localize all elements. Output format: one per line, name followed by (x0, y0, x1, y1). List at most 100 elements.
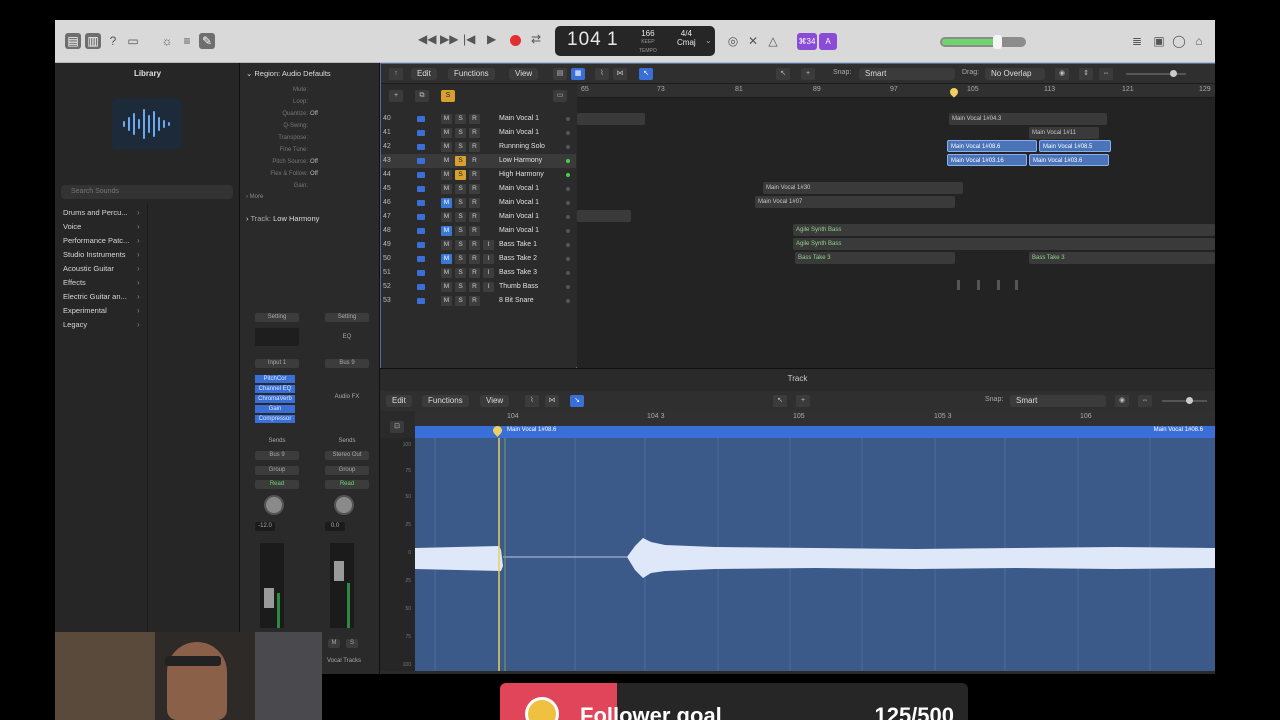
zoom-slider[interactable] (1162, 397, 1207, 404)
timeline-ruler[interactable]: 65 73 81 89 97 105 113 121 129 (577, 84, 1215, 98)
record-arm-button[interactable]: R (469, 212, 480, 222)
library-item[interactable]: Drums and Percu... (63, 208, 145, 217)
right-click-tool-icon[interactable]: + (801, 68, 815, 80)
solo-button[interactable]: S (455, 142, 466, 152)
flex-icon[interactable]: ⌇ (525, 395, 539, 407)
solo-button[interactable]: S (455, 226, 466, 236)
solo-button[interactable]: S (455, 128, 466, 138)
audio-region[interactable]: Main Vocal 1#03.16 (947, 154, 1027, 166)
input-monitor-button[interactable]: I (483, 268, 494, 278)
audio-region[interactable]: Main Vocal 1#30 (763, 182, 963, 194)
track-lanes[interactable]: Main Vocal 1#04.3 Main Vocal 1#11 Main V… (577, 98, 1215, 368)
add-track-icon[interactable]: + (389, 90, 403, 102)
solo-button[interactable]: S (455, 282, 466, 292)
plugin-slot[interactable]: Channel EQ (255, 385, 295, 393)
pointer-tool-icon[interactable]: ↖ (639, 68, 653, 80)
metronome-icon[interactable]: △ (765, 33, 781, 49)
record-arm-button[interactable]: R (469, 254, 480, 264)
track-header-row[interactable]: 41 M S R Main Vocal 1 (381, 126, 576, 140)
browser-icon[interactable]: ⌂ (1191, 33, 1207, 49)
global-tracks-icon[interactable]: ▭ (553, 90, 567, 102)
mute-button[interactable]: M (328, 639, 340, 648)
left-click-tool-icon[interactable]: ↖ (773, 395, 787, 407)
mute-button[interactable]: M (441, 254, 452, 264)
track-header-row[interactable]: 47 M S R Main Vocal 1 (381, 210, 576, 224)
plugin-slot[interactable]: Gain (255, 405, 295, 413)
library-item[interactable]: Experimental (63, 306, 145, 315)
midi-region[interactable]: Bass Take 3 (1029, 252, 1215, 264)
waveform-display[interactable] (415, 438, 1215, 671)
midi-region[interactable]: Bass Take 3 (795, 252, 955, 264)
mixer-icon[interactable]: ≡ (179, 33, 195, 49)
library-item[interactable]: Voice (63, 222, 145, 231)
library-item[interactable]: Effects (63, 278, 145, 287)
library-item[interactable]: Acoustic Guitar (63, 264, 145, 273)
editor-ruler[interactable]: 104 104 3 105 105 3 106 (415, 411, 1215, 426)
track-header-row[interactable]: 42 M S R Runnning Solo (381, 140, 576, 154)
track-header-row[interactable]: 46 M S R Main Vocal 1 (381, 196, 576, 210)
lcd-chevron-icon[interactable]: ⌄ (705, 36, 712, 45)
duplicate-track-icon[interactable]: ⧉ (415, 90, 429, 102)
view-menu[interactable]: View (480, 395, 510, 407)
audio-region[interactable]: Main Vocal 1#08.5 (1039, 140, 1111, 152)
input-monitor-button[interactable]: I (483, 240, 494, 250)
mute-button[interactable]: M (441, 114, 452, 124)
mute-button[interactable]: M (441, 184, 452, 194)
list-view-icon[interactable]: ▤ (553, 68, 567, 80)
input-monitor-button[interactable]: I (483, 254, 494, 264)
snap-select[interactable]: Smart (859, 68, 955, 80)
mute-button[interactable]: M (441, 156, 452, 166)
track-header-row[interactable]: 50 M S R I Bass Take 2 (381, 252, 576, 266)
rewind-icon[interactable]: ◀◀ (418, 32, 436, 46)
play-icon[interactable]: ▶ (487, 32, 496, 46)
view-menu[interactable]: View (509, 68, 539, 80)
mute-button[interactable]: M (441, 128, 452, 138)
record-arm-button[interactable]: R (469, 170, 480, 180)
track-header-row[interactable]: 48 M S R Main Vocal 1 (381, 224, 576, 238)
solo-button[interactable]: S (455, 268, 466, 278)
solo-button[interactable]: S (455, 198, 466, 208)
waveform-zoom-icon[interactable]: ◉ (1115, 395, 1129, 407)
audio-region[interactable]: Main Vocal 1#11 (1029, 127, 1099, 139)
vertical-zoom-icon[interactable]: ⇕ (1079, 68, 1093, 80)
volume-value[interactable]: 0.0 (325, 522, 345, 531)
editors-icon[interactable]: ✎ (199, 33, 215, 49)
toolbar-icon[interactable]: ▭ (125, 33, 141, 49)
grid-view-icon[interactable]: ▦ (571, 68, 585, 80)
audio-region[interactable]: Main Vocal 1#04.3 (949, 113, 1107, 125)
mute-button[interactable]: M (441, 296, 452, 306)
track-header-row[interactable]: 49 M S R I Bass Take 1 (381, 238, 576, 252)
record-arm-button[interactable]: R (469, 156, 480, 166)
record-arm-button[interactable]: R (469, 268, 480, 278)
library-item[interactable]: Electric Guitar an... (63, 292, 145, 301)
plugin-slot[interactable]: Compressor (255, 415, 295, 423)
volume-fader[interactable] (260, 543, 284, 628)
edit-menu[interactable]: Edit (411, 68, 437, 80)
more-toggle[interactable]: › More (246, 194, 263, 200)
mute-button[interactable]: M (441, 198, 452, 208)
plugin-slot[interactable]: PitchCor (255, 375, 295, 383)
global-solo-icon[interactable]: S (441, 90, 455, 102)
record-arm-button[interactable]: R (469, 184, 480, 194)
audio-region[interactable]: Main Vocal 1#07 (755, 196, 955, 208)
go-to-start-icon[interactable]: |◀ (463, 32, 475, 46)
solo-icon[interactable]: ✕ (745, 33, 761, 49)
record-arm-button[interactable]: R (469, 296, 480, 306)
catch-icon[interactable]: ↑ (389, 68, 403, 80)
track-header-row[interactable]: 52 M S R I Thumb Bass (381, 280, 576, 294)
edit-menu[interactable]: Edit (386, 395, 412, 407)
search-sounds-input[interactable]: Search Sounds (61, 185, 233, 199)
solo-button[interactable]: S (455, 254, 466, 264)
snap-select[interactable]: Smart (1010, 395, 1106, 407)
playhead-icon[interactable] (491, 424, 504, 437)
metronome-button[interactable]: A (819, 33, 837, 50)
list-editors-icon[interactable]: ≣ (1129, 33, 1145, 49)
solo-button[interactable]: S (455, 240, 466, 250)
library-item[interactable]: Performance Patc... (63, 236, 145, 245)
mute-button[interactable]: M (441, 142, 452, 152)
record-arm-button[interactable]: R (469, 282, 480, 292)
horizontal-zoom-icon[interactable]: ⇔ (1099, 68, 1113, 80)
eq-label[interactable]: EQ (325, 333, 369, 342)
group-slot[interactable]: Group (255, 466, 299, 475)
audio-fx-label[interactable]: Audio FX (325, 393, 369, 402)
